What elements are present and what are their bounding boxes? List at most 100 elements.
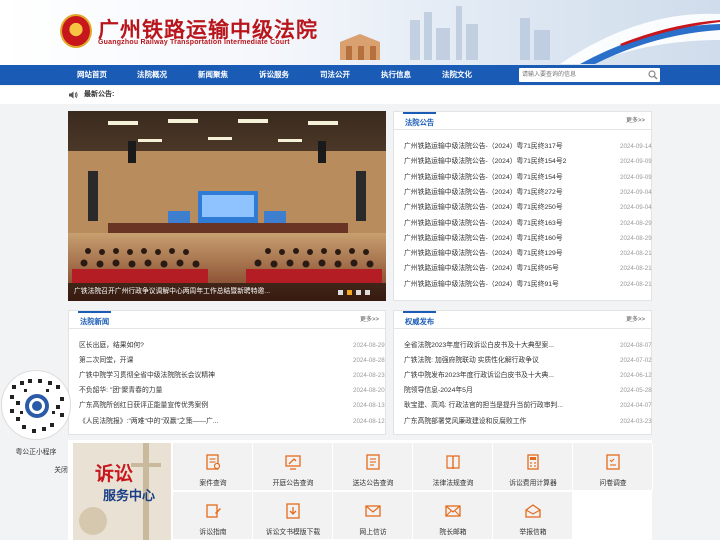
site-header: 广州铁路运输中级法院 Guangzhou Railway Transportat… xyxy=(0,0,720,65)
notice-row[interactable]: 广州铁路运输中级法院公告-（2024）粤71民终154号 2024-09-09 xyxy=(404,170,664,185)
news-row[interactable]: 第二次同堂，开课 2024-08-28 xyxy=(79,353,397,368)
search-icon[interactable] xyxy=(647,69,659,81)
release-row[interactable]: 耿宝建、高鸿: 行政法官的担当是提升当前行政审判... 2024-04-07 xyxy=(404,398,664,413)
release-row[interactable]: 全省法院2023年度行政诉讼白皮书及十大典型案... 2024-08-07 xyxy=(404,338,664,353)
notice-row[interactable]: 广州铁路运输中级法院公告-（2024）粤71民终129号 2024-08-21 xyxy=(404,246,664,261)
release-row[interactable]: 广铁中院发布2023年度行政诉讼白皮书及十大典... 2024-06-12 xyxy=(404,368,664,383)
service-tile-report-mailbox[interactable]: 举报信箱 xyxy=(493,492,573,540)
nav-item-home[interactable]: 网站首页 xyxy=(77,65,107,85)
search-input[interactable] xyxy=(522,69,642,81)
notice-date: 2024-09-09 xyxy=(620,173,652,181)
conference-hall-photo xyxy=(68,111,386,301)
news-row[interactable]: 区长出庭，结果如何? 2024-08-29 xyxy=(79,338,397,353)
news-title[interactable]: 广东高院所创红日获评正能量宣传优秀案例 xyxy=(79,398,344,413)
release-title[interactable]: 广东高院部署党风廉政建设和反腐败工作 xyxy=(404,414,609,429)
notices-more-link[interactable]: 更多>> xyxy=(626,112,645,130)
service-tile-online-petition[interactable]: 网上信访 xyxy=(333,492,413,540)
notices-title[interactable]: 法院公告 xyxy=(403,112,437,130)
release-title[interactable]: 全省法院2023年度行政诉讼白皮书及十大典型案... xyxy=(404,338,609,353)
notice-title[interactable]: 广州铁路运输中级法院公告-（2024）粤71民终160号 xyxy=(404,231,609,246)
release-date: 2024-08-07 xyxy=(620,342,652,349)
releases-header: 权威发布 更多>> xyxy=(394,311,651,329)
notice-title[interactable]: 广州铁路运输中级法院公告-（2024）粤71民终154号 xyxy=(404,170,609,185)
qr-code[interactable] xyxy=(1,370,71,440)
news-title[interactable]: 《人民法院报》:"两难"中的"双赢"之策——广... xyxy=(79,414,344,429)
service-tile-delivery-notice[interactable]: 送达公告查询 xyxy=(333,443,413,491)
notice-title[interactable]: 广州铁路运输中级法院公告-（2024）粤71民终163号 xyxy=(404,216,609,231)
release-title[interactable]: 广铁中院发布2023年度行政诉讼白皮书及十大典... xyxy=(404,368,609,383)
notice-row[interactable]: 广州铁路运输中级法院公告-（2024）粤71民终91号 2024-08-21 xyxy=(404,277,664,292)
notice-row[interactable]: 广州铁路运输中级法院公告-（2024）粤71民终317号 2024-09-14 xyxy=(404,139,664,154)
release-row[interactable]: 广东高院部署党风廉政建设和反腐败工作 2024-03-23 xyxy=(404,414,664,429)
news-title[interactable]: 不负韶华: "团"聚青春的力量 xyxy=(79,383,344,398)
carousel-dot[interactable] xyxy=(356,290,361,295)
service-center-banner[interactable]: 诉讼 服务中心 xyxy=(73,443,171,540)
release-row[interactable]: 院领导信息-2024年5月 2024-05-28 xyxy=(404,383,664,398)
service-tile-questionnaire[interactable]: 问卷调查 xyxy=(573,443,653,491)
carousel-caption[interactable]: 广铁法院召开广州行政争议调解中心两周年工作总结暨新聘特邀... xyxy=(74,286,314,298)
notice-date: 2024-08-29 xyxy=(620,219,652,227)
notice-title[interactable]: 广州铁路运输中级法院公告-（2024）粤71民终91号 xyxy=(404,277,609,292)
service-tile-label: 院长邮箱 xyxy=(439,529,467,536)
service-tile-guide[interactable]: 诉讼指南 xyxy=(173,492,253,540)
nav-item-culture[interactable]: 法院文化 xyxy=(442,65,472,85)
qr-close-button[interactable]: 关闭 xyxy=(0,464,122,474)
mini-program-widget: 粤公正小程序 关闭 xyxy=(0,370,72,474)
nav-item-news[interactable]: 新闻聚焦 xyxy=(198,65,228,85)
nav-item-judicial-openness[interactable]: 司法公开 xyxy=(320,65,350,85)
hammer-board-icon xyxy=(285,455,301,470)
mini-program-label: 粤公正小程序 xyxy=(15,449,57,456)
news-more-link[interactable]: 更多>> xyxy=(360,311,379,329)
news-title[interactable]: 第二次同堂，开课 xyxy=(79,353,344,368)
release-title[interactable]: 院领导信息-2024年5月 xyxy=(404,383,609,398)
notice-row[interactable]: 广州铁路运输中级法院公告-（2024）粤71民终154号2 2024-09-09 xyxy=(404,154,664,169)
notice-row[interactable]: 广州铁路运输中级法院公告-（2024）粤71民终250号 2024-09-04 xyxy=(404,200,664,215)
court-emblem-icon xyxy=(60,14,92,48)
service-tile-download-document[interactable]: 诉讼文书模版下载 xyxy=(253,492,333,540)
delivery-notice-icon xyxy=(366,454,380,470)
notice-title[interactable]: 广州铁路运输中级法院公告-（2024）粤71民终129号 xyxy=(404,246,609,261)
releases-title[interactable]: 权威发布 xyxy=(403,311,437,329)
service-tile-search-document[interactable]: 案件查询 xyxy=(173,443,253,491)
news-row[interactable]: 广东高院所创红日获评正能量宣传优秀案例 2024-08-13 xyxy=(79,398,397,413)
carousel-dot[interactable] xyxy=(338,290,343,295)
nav-item-enforcement[interactable]: 执行信息 xyxy=(381,65,411,85)
news-title[interactable]: 区长出庭，结果如何? xyxy=(79,338,344,353)
notice-title[interactable]: 广州铁路运输中级法院公告-（2024）粤71民终154号2 xyxy=(404,154,609,169)
news-row[interactable]: 广铁中院学习贯彻全省中级法院院长会议精神 2024-08-23 xyxy=(79,368,397,383)
notice-row[interactable]: 广州铁路运输中级法院公告-（2024）粤71民终160号 2024-08-29 xyxy=(404,231,664,246)
notice-row[interactable]: 广州铁路运输中级法院公告-（2024）粤71民终163号 2024-08-29 xyxy=(404,216,664,231)
notice-title[interactable]: 广州铁路运输中级法院公告-（2024）粤71民终250号 xyxy=(404,200,609,215)
service-tile-label: 网上信访 xyxy=(359,529,387,536)
service-tile-label: 送达公告查询 xyxy=(352,480,394,487)
notice-title[interactable]: 广州铁路运输中级法院公告-（2024）粤71民终95号 xyxy=(404,261,609,276)
service-tile-law-book[interactable]: 法律法规查询 xyxy=(413,443,493,491)
service-tile-mail[interactable]: 院长邮箱 xyxy=(413,492,493,540)
carousel-dot-active[interactable] xyxy=(347,290,352,295)
news-row[interactable]: 《人民法院报》:"两难"中的"双赢"之策——广... 2024-08-12 xyxy=(79,414,397,429)
release-date: 2024-04-07 xyxy=(620,402,652,410)
news-title[interactable]: 法院新闻 xyxy=(78,311,112,329)
news-carousel[interactable]: 广铁法院召开广州行政争议调解中心两周年工作总结暨新聘特邀... xyxy=(68,111,386,301)
service-tile-hammer-board[interactable]: 开庭公告查询 xyxy=(253,443,333,491)
nav-item-litigation[interactable]: 诉讼服务 xyxy=(259,65,289,85)
service-tile-label: 诉讼指南 xyxy=(199,529,227,536)
release-row[interactable]: 广铁法院: 加强府院联动 实质性化解行政争议 2024-07-02 xyxy=(404,353,664,368)
notice-row[interactable]: 广州铁路运输中级法院公告-（2024）粤71民终95号 2024-08-21 xyxy=(404,261,664,276)
release-title[interactable]: 广铁法院: 加强府院联动 实质性化解行政争议 xyxy=(404,353,609,368)
carousel-dot[interactable] xyxy=(365,290,370,295)
release-title[interactable]: 耿宝建、高鸿: 行政法官的担当是提升当前行政审判... xyxy=(404,398,609,413)
notice-title[interactable]: 广州铁路运输中级法院公告-（2024）粤71民终317号 xyxy=(404,139,609,154)
notice-row[interactable]: 广州铁路运输中级法院公告-（2024）粤71民终272号 2024-09-04 xyxy=(404,185,664,200)
news-title[interactable]: 广铁中院学习贯彻全省中级法院院长会议精神 xyxy=(79,368,344,383)
release-date: 2024-05-28 xyxy=(620,387,652,395)
service-tile-calculator[interactable]: 诉讼费用计算器 xyxy=(493,443,573,491)
notice-title[interactable]: 广州铁路运输中级法院公告-（2024）粤71民终272号 xyxy=(404,185,609,200)
news-row[interactable]: 不负韶华: "团"聚青春的力量 2024-08-20 xyxy=(79,383,397,398)
releases-more-link[interactable]: 更多>> xyxy=(626,311,645,329)
nav-item-overview[interactable]: 法院概况 xyxy=(137,65,167,85)
news-date: 2024-08-29 xyxy=(353,342,385,349)
notice-date: 2024-09-04 xyxy=(620,188,652,196)
notices-panel: 法院公告 更多>> 广州铁路运输中级法院公告-（2024）粤71民终317号 20… xyxy=(393,111,652,301)
litigation-services-section: 诉讼 服务中心 案件查询 开庭公告查询 送达公告查询 法律法规查询 诉讼费用计算器 问卷调… xyxy=(68,440,653,540)
